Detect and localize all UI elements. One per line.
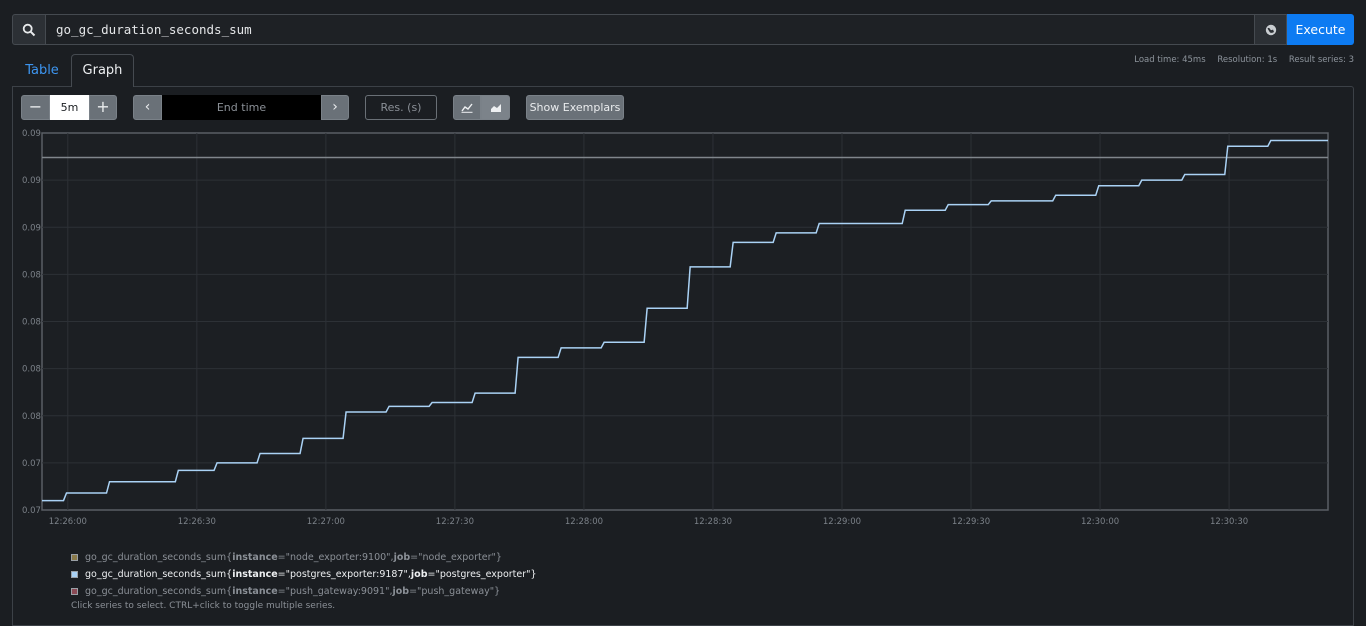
legend-metric: go_gc_duration_seconds_sum [85, 586, 227, 597]
increase-range-button[interactable]: + [89, 95, 117, 120]
legend-close: } [494, 586, 501, 597]
legend-metric: go_gc_duration_seconds_sum [85, 569, 227, 580]
legend-v2: ="postgres_exporter" [427, 569, 531, 580]
legend-item[interactable]: go_gc_duration_seconds_sum{instance ="nod… [71, 549, 537, 566]
stacked-area-button[interactable] [481, 95, 510, 120]
search-icon [22, 23, 36, 36]
query-input[interactable]: go_gc_duration_seconds_sum [45, 14, 1255, 45]
tab-table[interactable]: Table [13, 56, 71, 86]
next-time-button[interactable]: › [321, 95, 349, 120]
area-chart-icon [490, 103, 501, 112]
legend-v1: ="push_gateway:9091", [277, 586, 393, 597]
legend-metric: go_gc_duration_seconds_sum [85, 552, 227, 563]
legend-swatch [71, 554, 78, 561]
legend-v2: ="node_exporter" [410, 552, 496, 563]
series-legend: go_gc_duration_seconds_sum{instance ="nod… [71, 549, 537, 600]
legend-k1: instance [232, 552, 278, 563]
execute-button[interactable]: Execute [1287, 14, 1354, 45]
legend-k2: job [410, 569, 428, 580]
previous-time-button[interactable]: ‹ [133, 95, 162, 120]
legend-item[interactable]: go_gc_duration_seconds_sum{instance ="pus… [71, 583, 537, 600]
end-time-input[interactable]: End time [162, 95, 321, 120]
unstacked-line-button[interactable] [453, 95, 481, 120]
legend-k1: instance [232, 586, 278, 597]
line-chart-icon [461, 103, 473, 113]
legend-v2: ="push_gateway" [409, 586, 495, 597]
result-series: Result series: 3 [1288, 55, 1354, 65]
legend-hint: Click series to select. CTRL+click to to… [71, 601, 336, 611]
search-button[interactable] [12, 14, 46, 45]
legend-v1: ="postgres_exporter:9187", [277, 569, 411, 580]
resolution-input[interactable]: Res. (s) [365, 95, 437, 120]
legend-item[interactable]: go_gc_duration_seconds_sum{instance ="pos… [71, 566, 537, 583]
show-exemplars-button[interactable]: Show Exemplars [526, 95, 624, 120]
query-stats: Load time: 45ms Resolution: 1s Result se… [1125, 55, 1354, 65]
legend-swatch [71, 571, 78, 578]
globe-icon [1265, 24, 1276, 35]
legend-k2: job [392, 586, 410, 597]
resolution: Resolution: 1s [1217, 55, 1278, 65]
decrease-range-button[interactable]: − [21, 95, 50, 120]
legend-v1: ="node_exporter:9100", [277, 552, 394, 563]
legend-close: } [530, 569, 537, 580]
legend-k2: job [393, 552, 411, 563]
metrics-explorer-button[interactable] [1254, 14, 1287, 45]
legend-close: } [495, 552, 502, 563]
range-input[interactable]: 5m [50, 95, 89, 120]
tab-graph[interactable]: Graph [71, 54, 134, 87]
legend-swatch [71, 588, 78, 595]
graph-panel [12, 86, 1354, 626]
legend-k1: instance [232, 569, 278, 580]
load-time: Load time: 45ms [1134, 55, 1206, 65]
